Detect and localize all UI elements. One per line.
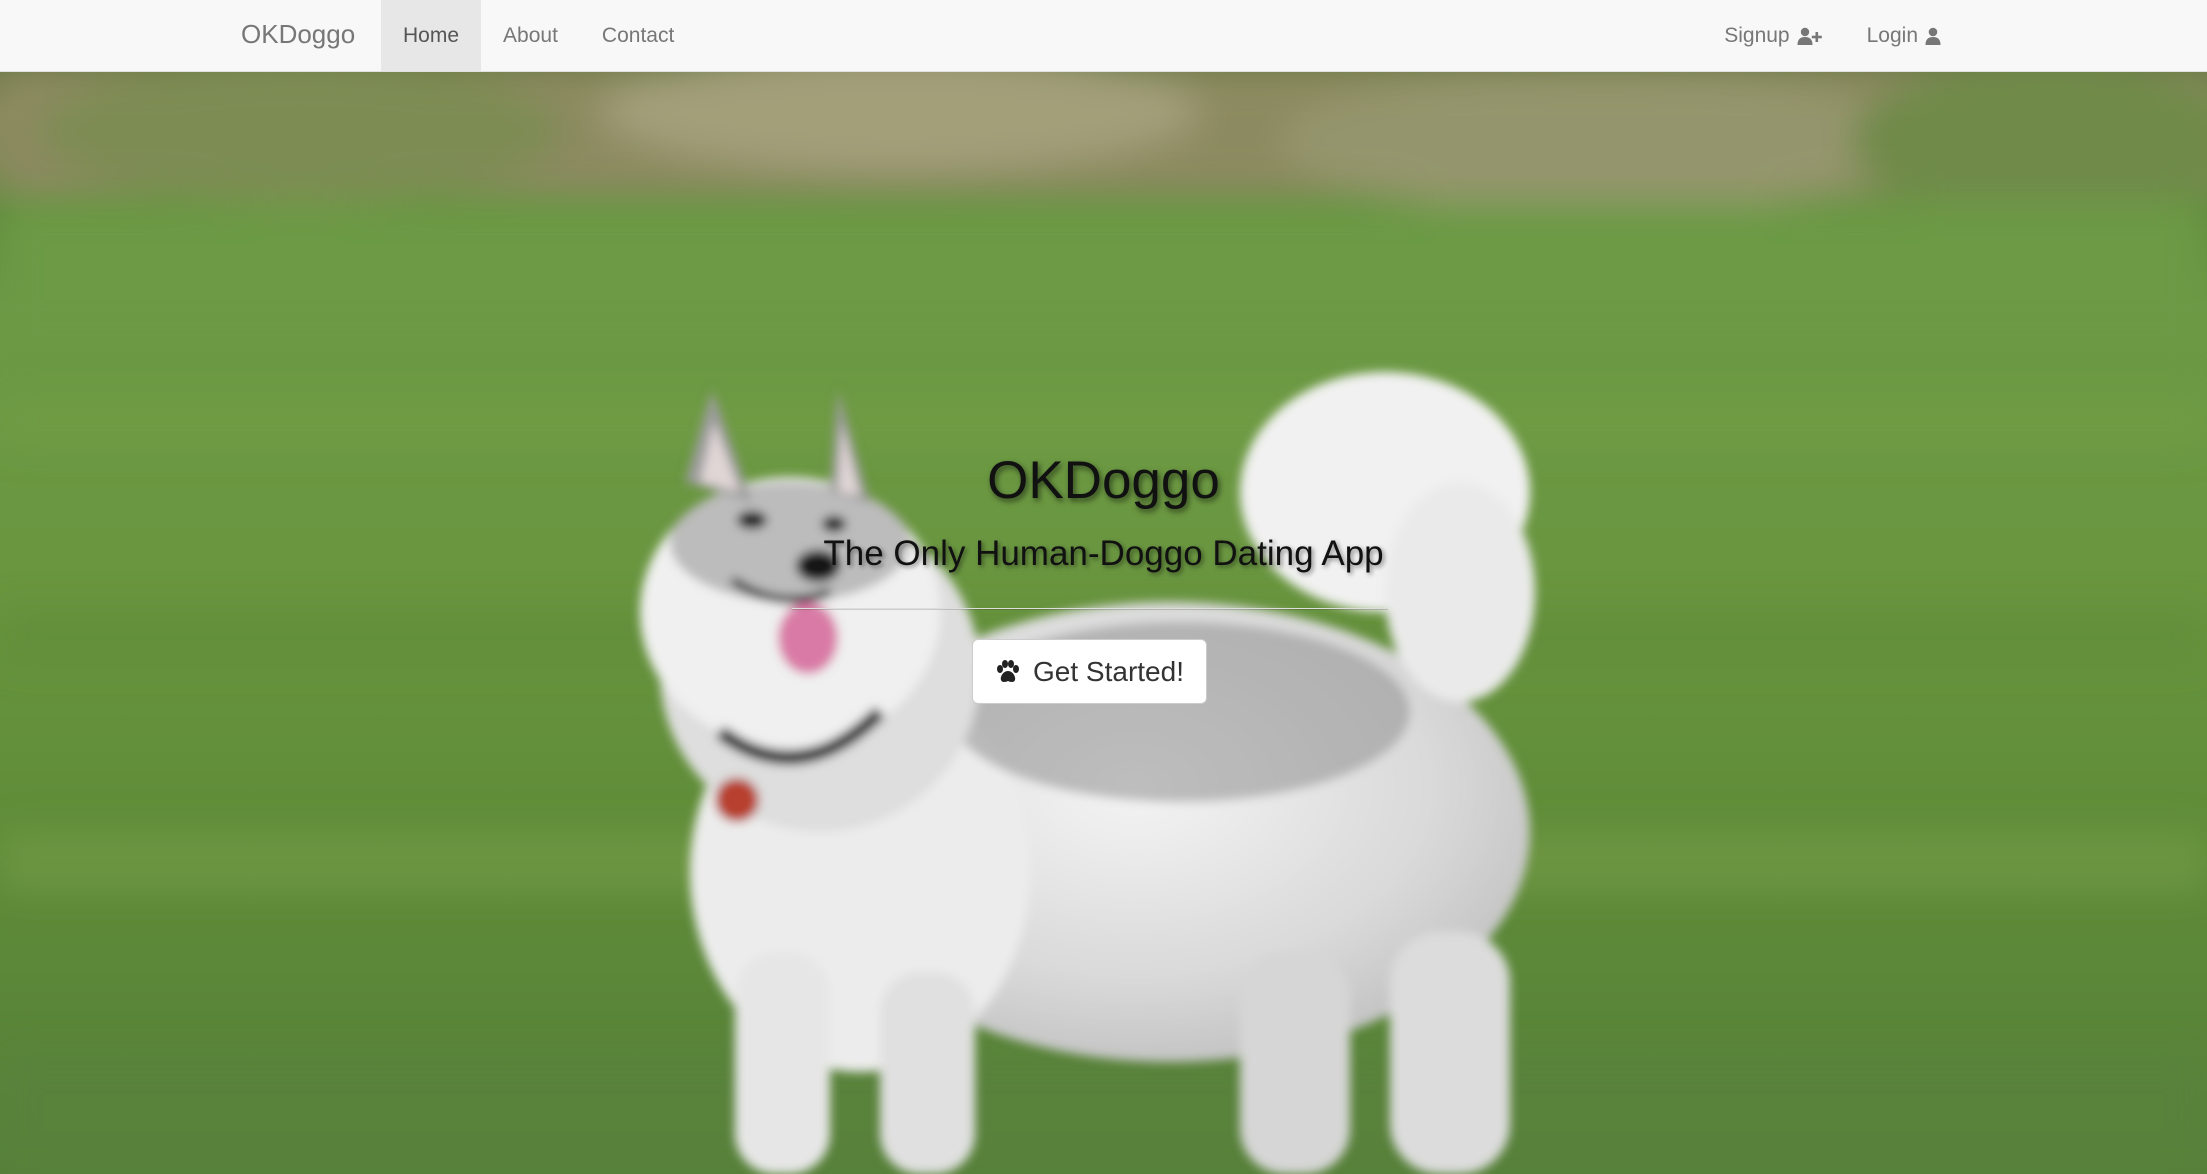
nav-item-label: Signup [1724,23,1790,47]
nav-main-links: Home About Contact [381,0,696,72]
hero-title: OKDoggo [987,451,1220,510]
top-navbar: OKDoggo Home About Contact Signup Login [0,0,2207,72]
nav-item-contact[interactable]: Contact [580,0,696,71]
page: OKDoggo Home About Contact Signup Login … [0,0,2207,1174]
hero-section: OKDoggo The Only Human-Doggo Dating App … [0,72,2207,1174]
nav-item-label: Contact [601,23,675,47]
hero-divider [792,608,1388,610]
user-plus-icon [1797,27,1823,45]
hero-subtitle: The Only Human-Doggo Dating App [823,534,1384,573]
nav-item-label: Home [403,23,460,47]
user-icon [1925,27,1941,45]
nav-item-about[interactable]: About [481,0,580,71]
get-started-label: Get Started! [1033,655,1184,687]
get-started-button[interactable]: Get Started! [972,639,1207,704]
paw-icon [995,659,1021,684]
nav-item-signup[interactable]: Signup [1702,0,1844,71]
hero-content: OKDoggo The Only Human-Doggo Dating App … [0,72,2207,1174]
brand-link[interactable]: OKDoggo [241,0,355,72]
nav-item-label: Login [1866,23,1918,47]
nav-item-label: About [503,23,558,47]
nav-item-login[interactable]: Login [1845,0,1963,71]
nav-account-links: Signup Login [1702,0,1963,72]
nav-item-home[interactable]: Home [381,0,482,71]
